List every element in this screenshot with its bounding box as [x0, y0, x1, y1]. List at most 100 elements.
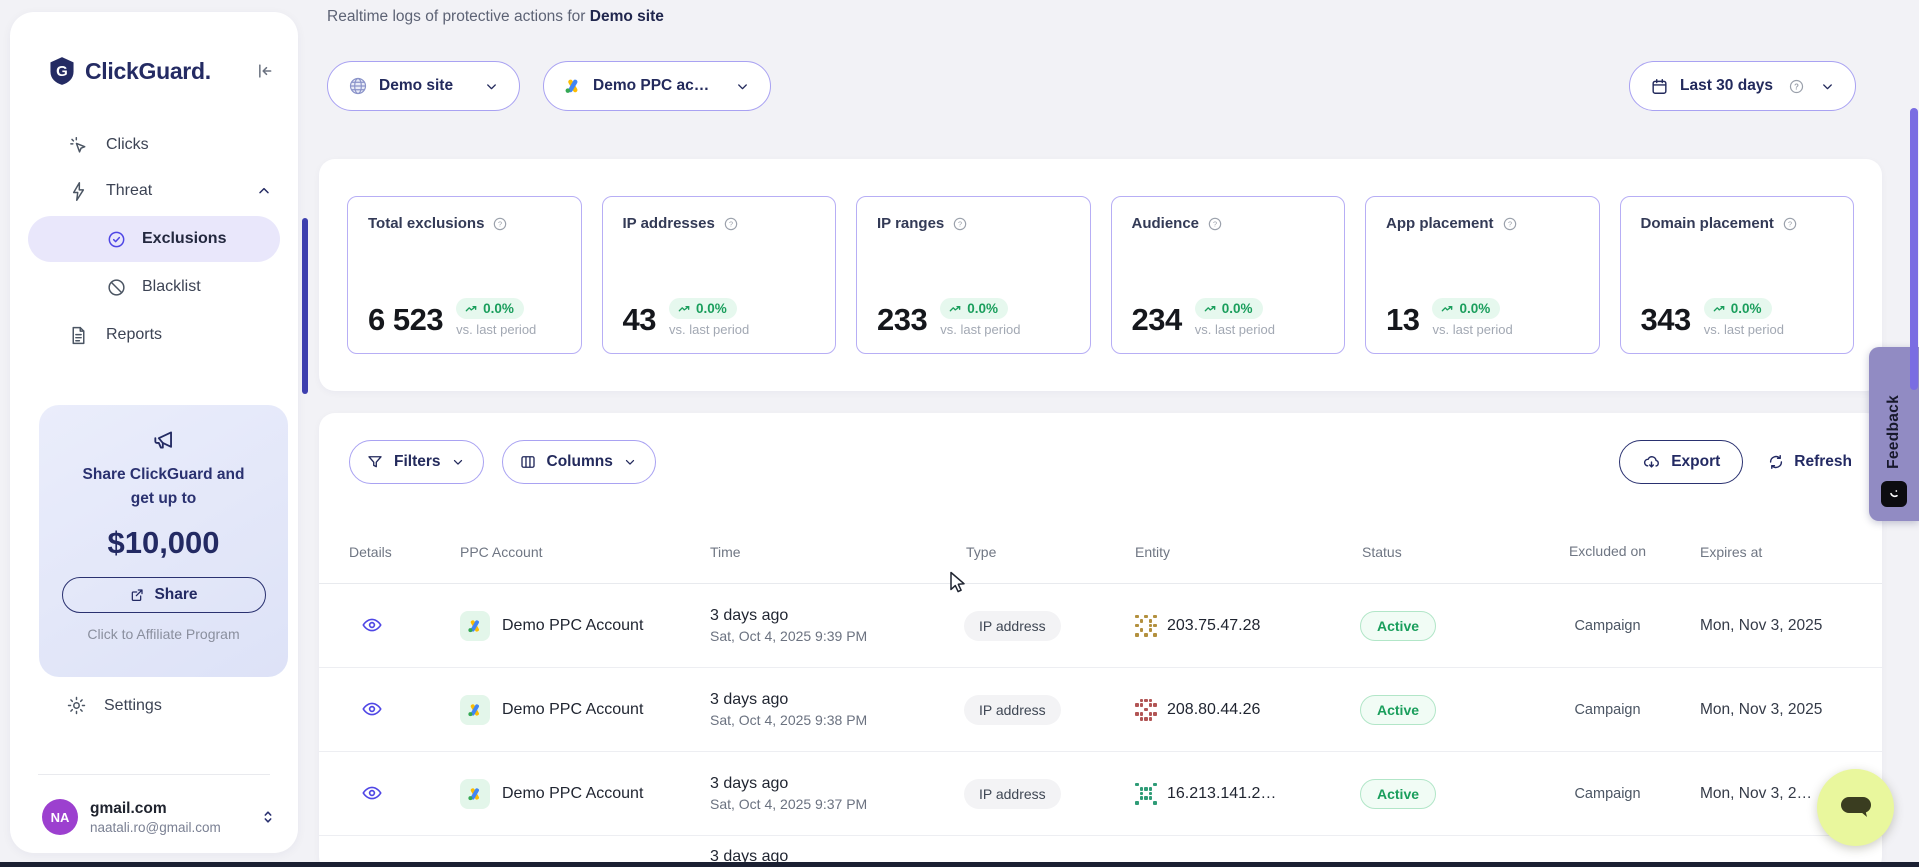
trend-up-icon	[1712, 302, 1726, 316]
clickguard-logo-icon: G	[48, 56, 76, 86]
page-subtitle: Realtime logs of protective actions for …	[327, 8, 664, 26]
sidebar-divider	[38, 774, 270, 775]
stat-card-domain-placement: Domain placement? 343 0.0% vs. last peri…	[1620, 196, 1855, 354]
help-icon[interactable]: ?	[492, 216, 508, 232]
expires-at-value: Mon, Nov 3, 2025	[1660, 617, 1852, 635]
sidebar-item-reports[interactable]: Reports	[10, 312, 298, 358]
col-type: Type	[952, 544, 1135, 560]
view-details-button[interactable]	[357, 778, 387, 808]
help-icon[interactable]: ?	[723, 216, 739, 232]
trend-up-icon	[1440, 302, 1454, 316]
entity-value: 208.80.44.26	[1167, 701, 1260, 719]
ppc-account-name: Demo PPC Account	[502, 701, 643, 719]
page-scrollbar[interactable]	[1910, 108, 1918, 390]
sidebar-item-threat[interactable]: Threat	[10, 168, 298, 214]
sidebar-item-blacklist[interactable]: Blacklist	[28, 264, 280, 310]
exclusions-table-panel: Filters Columns Export Refresh Details P…	[319, 413, 1882, 867]
ppc-account-name: Demo PPC Account	[502, 617, 643, 635]
help-icon[interactable]: ?	[952, 216, 968, 232]
view-details-button[interactable]	[357, 610, 387, 640]
stat-value: 43	[623, 304, 656, 337]
stat-card-ip-ranges: IP ranges? 233 0.0% vs. last period	[856, 196, 1091, 354]
date-range-label: Last 30 days	[1680, 77, 1773, 95]
time-relative: 3 days ago	[710, 691, 952, 709]
promo-footer: Click to Affiliate Program	[87, 626, 239, 642]
table-row[interactable]: Demo PPC Account 3 days ago Sat, Oct 4, 2…	[319, 668, 1882, 752]
badge-check-icon	[106, 229, 127, 250]
time-absolute: Sat, Oct 4, 2025 9:37 PM	[710, 796, 952, 812]
stat-delta-badge: 0.0%	[940, 298, 1008, 319]
site-selector[interactable]: Demo site	[327, 61, 520, 111]
refresh-icon	[1767, 453, 1785, 471]
stat-delta-badge: 0.0%	[1704, 298, 1772, 319]
sidebar-scrollbar[interactable]	[302, 218, 308, 394]
avatar: NA	[42, 799, 78, 835]
stat-delta-badge: 0.0%	[456, 298, 524, 319]
help-icon[interactable]: ?	[1782, 216, 1798, 232]
columns-button[interactable]: Columns	[502, 440, 656, 484]
stat-card-audience: Audience? 234 0.0% vs. last period	[1111, 196, 1346, 354]
status-badge: Active	[1360, 779, 1436, 809]
stat-value: 233	[877, 304, 927, 337]
sidebar-item-exclusions[interactable]: Exclusions	[28, 216, 280, 262]
sidebar-item-label: Reports	[106, 326, 162, 344]
promo-headline: Share ClickGuard and get up to	[83, 463, 245, 511]
refresh-button[interactable]: Refresh	[1767, 453, 1852, 471]
help-icon[interactable]: ?	[1207, 216, 1223, 232]
trend-up-icon	[1203, 302, 1217, 316]
feedback-smiley-icon	[1881, 481, 1907, 507]
calendar-icon	[1650, 77, 1669, 96]
stat-caption: vs. last period	[940, 322, 1020, 337]
date-range-selector[interactable]: Last 30 days ?	[1629, 61, 1856, 111]
svg-text:?: ?	[498, 219, 502, 228]
sidebar-item-settings[interactable]: Settings	[66, 695, 162, 716]
chevron-updown-icon	[260, 808, 276, 826]
share-button[interactable]: Share	[62, 577, 266, 613]
filters-button[interactable]: Filters	[349, 440, 484, 484]
ppc-account-selector[interactable]: Demo PPC ac…	[543, 61, 771, 111]
stat-title: Total exclusions	[368, 215, 484, 232]
sidebar-item-clicks[interactable]: Clicks	[10, 122, 298, 168]
entity-value: 16.213.141.2…	[1167, 785, 1276, 803]
ppc-selector-label: Demo PPC ac…	[593, 77, 709, 95]
settings-label: Settings	[104, 697, 162, 715]
chevron-down-icon	[451, 455, 465, 469]
export-button[interactable]: Export	[1619, 440, 1743, 484]
excluded-on-value: Campaign	[1555, 618, 1660, 634]
stat-title: Audience	[1132, 215, 1200, 232]
svg-text:?: ?	[1794, 82, 1799, 91]
affiliate-promo-card[interactable]: Share ClickGuard and get up to $10,000 S…	[39, 405, 288, 677]
document-icon	[68, 325, 89, 346]
stat-caption: vs. last period	[456, 322, 536, 337]
google-ads-icon	[460, 611, 490, 641]
chat-bubble-icon	[1837, 791, 1875, 825]
svg-text:G: G	[56, 63, 68, 80]
svg-text:?: ?	[958, 219, 962, 228]
ban-icon	[106, 277, 127, 298]
col-status: Status	[1347, 544, 1555, 560]
account-switcher[interactable]: NA gmail.com naatali.ro@gmail.com	[42, 799, 276, 835]
col-ppc-account: PPC Account	[460, 544, 710, 560]
col-time: Time	[710, 544, 952, 560]
stat-caption: vs. last period	[1704, 322, 1784, 337]
sidebar-collapse-icon[interactable]	[254, 61, 274, 81]
expires-at-value: Mon, Nov 3, 2025	[1660, 701, 1852, 719]
megaphone-icon	[151, 427, 177, 453]
external-link-icon	[129, 587, 145, 603]
help-icon[interactable]: ?	[1502, 216, 1518, 232]
time-absolute: Sat, Oct 4, 2025 9:38 PM	[710, 712, 952, 728]
funnel-icon	[366, 453, 384, 471]
table-row[interactable]: Demo PPC Account 3 days agoSat, Oct 4, 2…	[319, 584, 1882, 668]
col-excluded-on: Excluded on	[1555, 542, 1660, 561]
type-badge: IP address	[964, 779, 1061, 809]
time-absolute: Sat, Oct 4, 2025 9:39 PM	[710, 628, 952, 644]
sidebar-item-label: Clicks	[106, 136, 149, 154]
app-screen: G ClickGuard. Clicks Threat	[0, 0, 1919, 867]
chat-launcher-button[interactable]	[1817, 769, 1894, 846]
view-details-button[interactable]	[357, 694, 387, 724]
eye-icon	[361, 698, 383, 720]
col-entity: Entity	[1135, 544, 1347, 560]
table-row[interactable]: Demo PPC Account 3 days agoSat, Oct 4, 2…	[319, 752, 1882, 836]
stat-title: Domain placement	[1641, 215, 1774, 232]
sidebar-nav: Clicks Threat Exclusions	[10, 122, 298, 358]
